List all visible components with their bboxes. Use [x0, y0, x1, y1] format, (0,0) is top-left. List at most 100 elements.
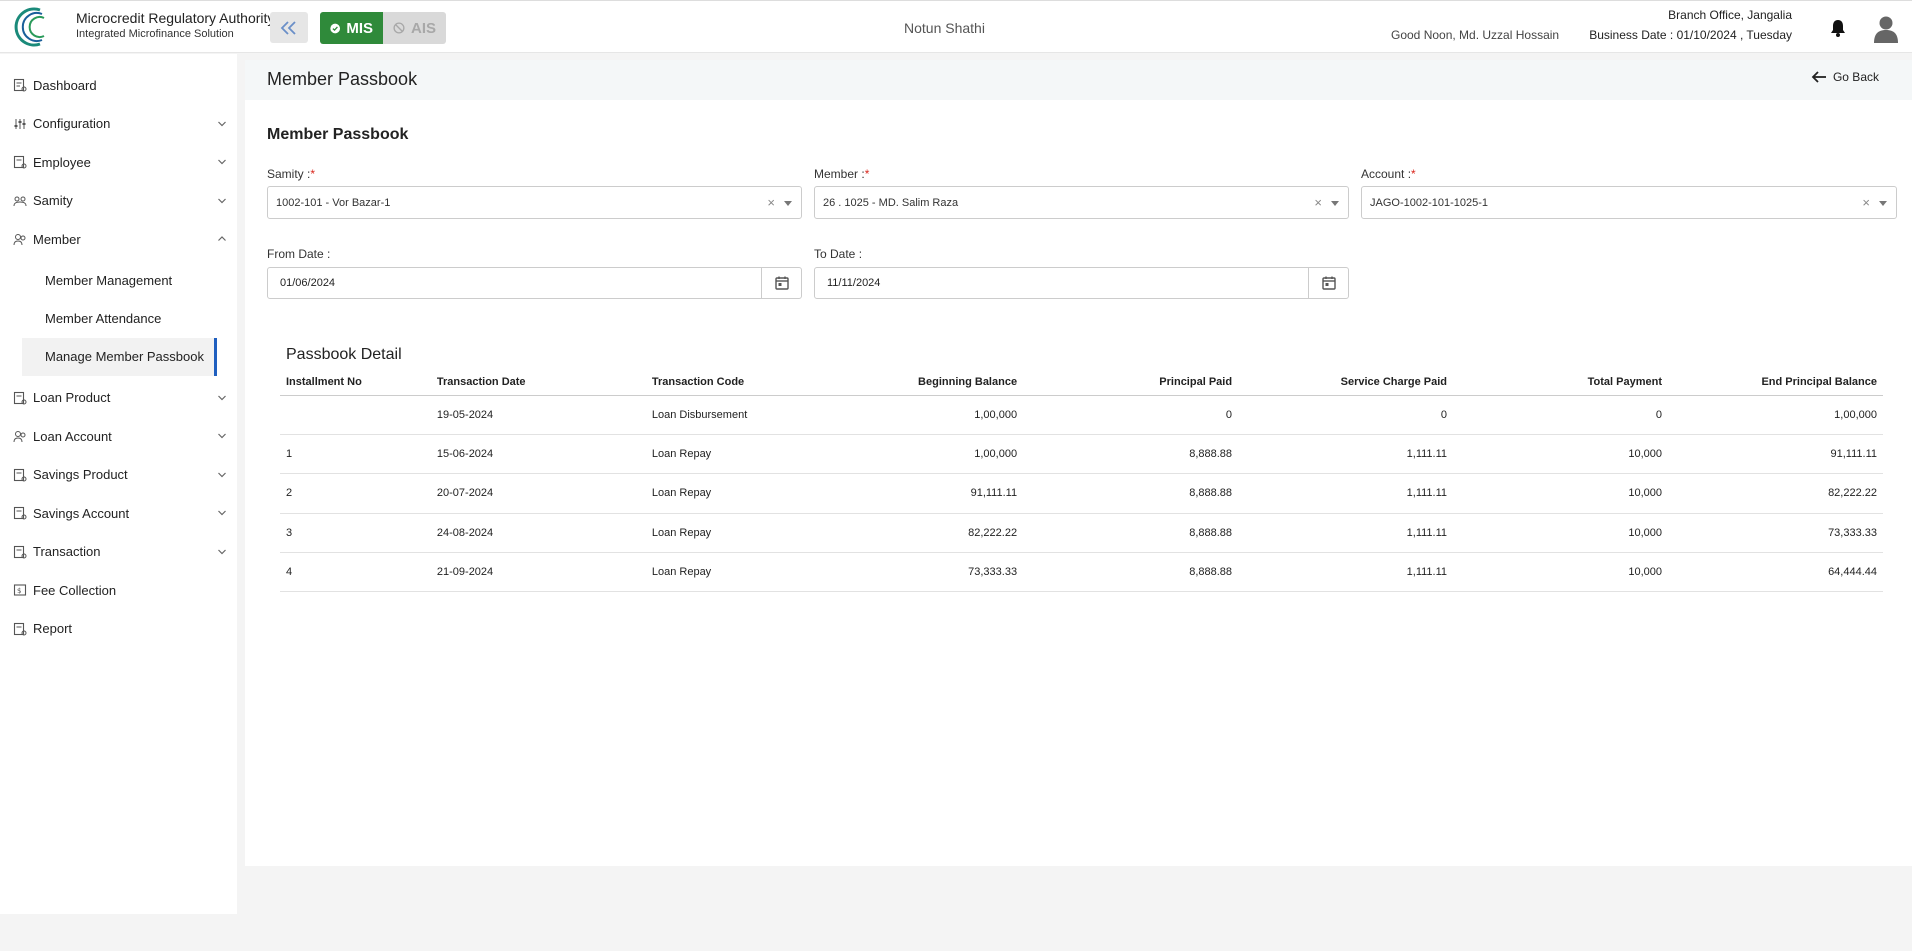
branch-name: Branch Office, Jangalia [1668, 8, 1792, 22]
mra-logo [14, 7, 45, 47]
caret-down-icon[interactable] [784, 201, 792, 206]
samity-select[interactable]: 1002-101 - Vor Bazar-1 × [267, 186, 802, 219]
sidebar-item-label: Report [33, 621, 73, 637]
sidebar-item-label: Loan Account [33, 428, 112, 444]
caret-down-icon[interactable] [1879, 201, 1887, 206]
page-title: Member Passbook [267, 69, 418, 89]
table-cell: 91,111.11 [800, 473, 1024, 514]
sidebar-item-label: Samity [33, 193, 73, 209]
sidebar-subitem-label: Member Management [45, 273, 173, 288]
check-circle-icon [330, 23, 341, 33]
column-header: Installment No [280, 369, 431, 396]
table-cell: 15-06-2024 [430, 434, 646, 475]
table-cell: 0 [1453, 395, 1668, 435]
sidebar-item-member[interactable]: Member [0, 220, 237, 259]
loan-account-icon [13, 431, 26, 443]
column-header: End Principal Balance [1667, 369, 1883, 396]
table-header-row: Installment No Transaction Date Transact… [280, 369, 1883, 396]
sidebar-item-label: Transaction [33, 544, 101, 560]
table-cell: 8,888.88 [1023, 473, 1239, 514]
mis-mode-button[interactable]: MIS [320, 12, 383, 44]
column-header: Service Charge Paid [1238, 369, 1454, 396]
savings-product-icon [13, 468, 27, 482]
member-select[interactable]: 26 . 1025 - MD. Salim Raza × [814, 186, 1349, 219]
passbook-table: Installment No Transaction Date Transact… [280, 369, 1883, 593]
bell-icon[interactable] [1828, 18, 1848, 38]
transaction-icon [13, 545, 27, 559]
ais-mode-button[interactable]: AIS [383, 12, 446, 44]
samity-value: 1002-101 - Vor Bazar-1 [276, 196, 391, 209]
sidebar-subitem-member-attendance[interactable]: Member Attendance [0, 300, 237, 338]
from-date-value: 01/06/2024 [280, 277, 336, 289]
member-label: Member :* [814, 167, 870, 181]
sidebar-item-label: Savings Account [33, 505, 130, 521]
caret-down-icon[interactable] [1331, 201, 1339, 206]
go-back-button[interactable]: Go Back [1811, 70, 1879, 84]
account-select[interactable]: JAGO-1002-101-1025-1 × [1361, 186, 1897, 219]
column-header: Transaction Code [645, 369, 801, 396]
chevron-down-icon [218, 510, 226, 516]
table-cell: 82,222.22 [1667, 473, 1883, 514]
table-cell: 10,000 [1453, 513, 1668, 554]
sidebar-item-label: Member [33, 231, 81, 247]
account-label: Account :* [1361, 167, 1416, 181]
from-date-label: From Date : [267, 247, 331, 261]
table-cell: 0 [1023, 395, 1239, 435]
sidebar-item-fee-collection[interactable]: $ Fee Collection [0, 571, 237, 610]
savings-account-icon [13, 507, 27, 520]
table-cell: 82,222.22 [800, 513, 1024, 554]
chevron-down-icon [218, 159, 226, 165]
sidebar-item-report[interactable]: Report [0, 610, 237, 649]
samity-icon [13, 196, 27, 206]
sidebar-item-employee[interactable]: Employee [0, 143, 237, 182]
clear-icon[interactable]: × [1314, 195, 1322, 210]
table-cell: 1,111.11 [1238, 552, 1454, 593]
ban-icon [393, 22, 405, 34]
user-avatar-icon[interactable] [1871, 13, 1901, 43]
sidebar-item-savings-account[interactable]: Savings Account [0, 494, 237, 533]
to-date-value: 11/11/2024 [827, 277, 881, 289]
table-cell: 1,00,000 [1667, 395, 1883, 435]
sidebar-item-configuration[interactable]: Configuration [0, 105, 237, 144]
sidebar-item-loan-product[interactable]: Loan Product [0, 379, 237, 418]
sidebar-item-dashboard[interactable]: Dashboard [0, 66, 237, 105]
sidebar-subitem-manage-member-passbook[interactable]: Manage Member Passbook [22, 337, 217, 376]
table-cell: Loan Repay [645, 473, 801, 514]
table-cell [280, 395, 431, 435]
sidebar-item-transaction[interactable]: Transaction [0, 533, 237, 572]
sliders-icon [14, 118, 26, 129]
from-date-calendar-button[interactable] [761, 268, 801, 298]
table-cell: 8,888.88 [1023, 434, 1239, 475]
table-cell: 73,333.33 [800, 552, 1024, 593]
table-cell: 21-09-2024 [430, 552, 646, 593]
sidebar-item-savings-product[interactable]: Savings Product [0, 456, 237, 495]
arrow-left-icon [1811, 71, 1826, 83]
organization-name: Notun Shathi [904, 20, 985, 36]
to-date-input[interactable]: 11/11/2024 [814, 267, 1349, 299]
sidebar-item-loan-account[interactable]: Loan Account [0, 417, 237, 456]
from-date-input[interactable]: 01/06/2024 [267, 267, 802, 299]
sidebar-subitem-member-management[interactable]: Member Management [0, 262, 237, 300]
account-value: JAGO-1002-101-1025-1 [1370, 196, 1489, 209]
sidebar-item-label: Loan Product [33, 390, 111, 406]
sidebar-item-samity[interactable]: Samity [0, 182, 237, 221]
clear-icon[interactable]: × [767, 195, 775, 210]
table-cell: 24-08-2024 [430, 513, 646, 554]
chevron-down-icon [218, 549, 226, 555]
clear-icon[interactable]: × [1862, 195, 1870, 210]
to-date-calendar-button[interactable] [1308, 268, 1348, 298]
table-cell: 8,888.88 [1023, 552, 1239, 593]
column-header: Transaction Date [430, 369, 646, 396]
table-cell: 1,00,000 [800, 395, 1024, 435]
column-header: Principal Paid [1023, 369, 1239, 396]
table-cell: 91,111.11 [1667, 434, 1883, 475]
chevron-up-icon [218, 236, 226, 242]
table-cell: 3 [280, 513, 431, 554]
chevron-down-icon [218, 433, 226, 439]
table-cell: 64,444.44 [1667, 552, 1883, 593]
sidebar-item-label: Configuration [33, 116, 111, 132]
table-cell: 10,000 [1453, 434, 1668, 475]
page-header: Member Passbook Go Back [245, 60, 1912, 100]
sidebar-collapse-button[interactable] [270, 12, 308, 43]
table-cell: 19-05-2024 [430, 395, 646, 435]
